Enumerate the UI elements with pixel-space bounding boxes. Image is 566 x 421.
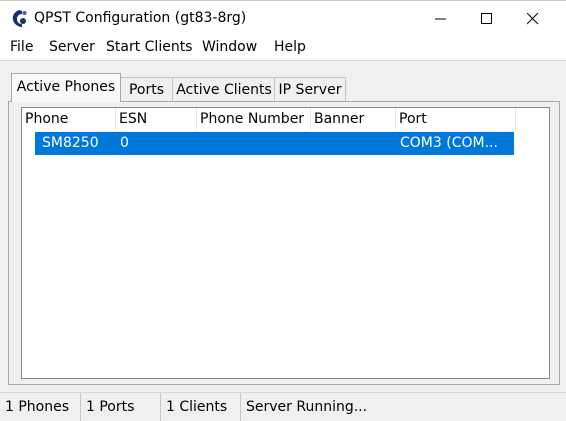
status-server: Server Running... (240, 393, 566, 421)
cell-port: COM3 (COM... (400, 135, 498, 151)
minimize-button[interactable] (418, 1, 464, 37)
maximize-button[interactable] (464, 1, 510, 37)
window-title: QPST Configuration (gt83-8rg) (34, 10, 247, 26)
title-bar: QPST Configuration (gt83-8rg) (0, 0, 566, 37)
maximize-icon (481, 13, 492, 24)
menu-file[interactable]: File (10, 39, 33, 55)
cell-phone: SM8250 (42, 135, 99, 151)
menu-window[interactable]: Window (202, 39, 257, 55)
minimize-icon (435, 18, 446, 20)
column-header-banner[interactable]: Banner (311, 108, 396, 130)
column-header-phone-number[interactable]: Phone Number (197, 108, 311, 130)
status-clients: 1 Clients (160, 393, 240, 421)
menu-bar: File Server Start Clients Window Help (0, 36, 566, 61)
tab-ip-server[interactable]: IP Server (274, 77, 346, 102)
close-button[interactable] (510, 1, 556, 37)
menu-server[interactable]: Server (49, 39, 95, 55)
tab-active-clients[interactable]: Active Clients (172, 77, 276, 102)
phones-list[interactable]: Phone ESN Phone Number Banner Port SM825… (21, 107, 550, 379)
qpst-app-icon (10, 9, 28, 29)
status-ports: 1 Ports (80, 393, 160, 421)
close-icon (527, 13, 539, 25)
tab-ports[interactable]: Ports (119, 77, 174, 102)
table-row[interactable]: SM8250 0 COM3 (COM... (35, 132, 514, 155)
column-header-port[interactable]: Port (396, 108, 516, 130)
status-bar: 1 Phones 1 Ports 1 Clients Server Runnin… (0, 392, 566, 421)
tab-active-phones[interactable]: Active Phones (11, 73, 121, 102)
menu-start-clients[interactable]: Start Clients (106, 39, 192, 55)
status-phones: 1 Phones (5, 399, 70, 415)
cell-esn: 0 (120, 135, 129, 151)
menu-help[interactable]: Help (274, 39, 306, 55)
column-header-phone[interactable]: Phone (22, 108, 116, 130)
column-header-esn[interactable]: ESN (116, 108, 197, 130)
